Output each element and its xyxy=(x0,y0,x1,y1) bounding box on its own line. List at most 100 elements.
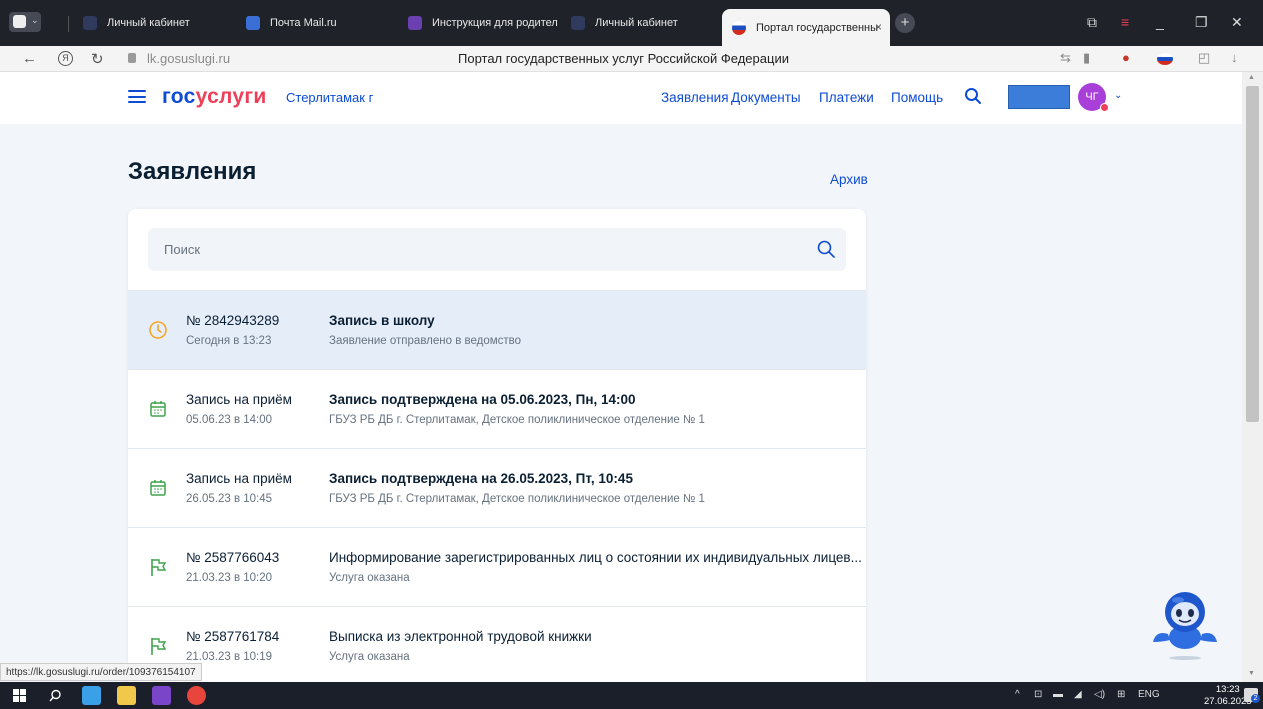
tab-label: Портал государственны xyxy=(756,21,879,34)
taskbar-app-icon[interactable] xyxy=(152,686,171,705)
nav-documents[interactable]: Документы xyxy=(731,90,801,105)
item-date: 05.06.23 в 14:00 xyxy=(186,414,273,426)
tray-app-icon[interactable]: ⊡ xyxy=(1034,689,1042,700)
taskbar-app-icon[interactable] xyxy=(82,686,101,705)
tab-label: Личный кабинет xyxy=(595,17,678,29)
tray-chevron-icon[interactable]: ^ xyxy=(1015,689,1020,700)
bookmarks-panel-icon[interactable]: ⧉ xyxy=(1087,14,1097,31)
tab-lichny-kabinet-1[interactable]: Личный кабинет xyxy=(83,9,223,37)
item-status: Заявление отправлено в ведомство xyxy=(329,335,522,347)
notification-center-icon[interactable]: 2 xyxy=(1244,688,1260,703)
tab-label: Почта Mail.ru xyxy=(270,17,337,29)
clock-icon xyxy=(149,321,167,339)
flag-extension-icon[interactable] xyxy=(1157,53,1173,65)
page-title-bar: Портал государственных услуг Российской … xyxy=(458,51,789,66)
scrollbar[interactable]: ▲ ▼ xyxy=(1242,72,1263,682)
item-id: № 2842943289 xyxy=(186,313,280,328)
item-title: Запись подтверждена на 05.06.2023, Пн, 1… xyxy=(329,392,636,407)
scroll-down-icon[interactable]: ▼ xyxy=(1248,670,1255,677)
search-icon[interactable] xyxy=(964,87,982,105)
nav-payments[interactable]: Платежи xyxy=(819,90,874,105)
nav-help[interactable]: Помощь xyxy=(891,90,943,105)
tab-label: Инструкция для родителей xyxy=(432,17,558,29)
item-subtitle: ГБУЗ РБ ДБ г. Стерлитамак, Детское полик… xyxy=(329,414,705,426)
battery-icon[interactable]: ▬ xyxy=(1053,689,1063,700)
sidebar-icon[interactable]: ◰ xyxy=(1198,50,1210,66)
nav-applications[interactable]: Заявления xyxy=(661,90,729,105)
url-field[interactable]: lk.gosuslugi.ru xyxy=(147,51,230,66)
lock-icon xyxy=(128,53,136,63)
close-window-icon[interactable]: ✕ xyxy=(1231,14,1243,31)
language-indicator[interactable]: ENG xyxy=(1138,689,1160,700)
yandex-browser-icon[interactable] xyxy=(187,686,206,705)
item-id: № 2587761784 xyxy=(186,629,280,644)
page-title: Заявления xyxy=(128,158,257,185)
calendar-icon xyxy=(150,401,166,417)
item-title: Запись в школу xyxy=(329,313,435,328)
search-icon[interactable] xyxy=(816,239,836,259)
tab-mail[interactable]: Почта Mail.ru xyxy=(246,9,396,37)
tab-label: Личный кабинет xyxy=(107,17,190,29)
chevron-down-icon[interactable]: ⌄ xyxy=(1114,90,1122,101)
scroll-up-icon[interactable]: ▲ xyxy=(1248,74,1255,81)
calendar-icon xyxy=(150,480,166,496)
page-content: госуслуги Стерлитамак г Заявления Докуме… xyxy=(0,72,1242,682)
item-date: 26.05.23 в 10:45 xyxy=(186,493,273,505)
menu-icon[interactable] xyxy=(128,90,146,103)
translate-icon[interactable]: ⇆ xyxy=(1060,50,1071,66)
file-explorer-icon[interactable] xyxy=(117,686,136,705)
search-placeholder: Поиск xyxy=(164,242,201,257)
archive-link[interactable]: Архив xyxy=(830,172,868,187)
reload-icon[interactable]: ↻ xyxy=(91,50,104,68)
browser-tab-strip: ⌄ Личный кабинет Почта Mail.ru Инструкци… xyxy=(0,0,1263,46)
volume-icon[interactable]: ◁) xyxy=(1094,689,1105,700)
tab-favicon-icon xyxy=(571,16,585,30)
list-item[interactable]: Запись на приём 05.06.23 в 14:00 Запись … xyxy=(128,369,866,448)
browser-menu-button[interactable]: ⌄ xyxy=(9,12,41,32)
restore-icon[interactable]: ❐ xyxy=(1195,14,1208,31)
tab-separator xyxy=(68,16,69,32)
windows-start-icon[interactable] xyxy=(13,689,26,702)
scrollbar-thumb[interactable] xyxy=(1246,86,1259,422)
tab-favicon-icon xyxy=(83,16,97,30)
tab-gosuslugi-active[interactable]: Портал государственны × xyxy=(722,9,890,46)
bookmark-icon[interactable]: ▮ xyxy=(1083,50,1090,66)
item-date: 21.03.23 в 10:19 xyxy=(186,651,273,663)
yandex-icon[interactable]: Я xyxy=(58,51,73,66)
minimize-icon[interactable]: _ xyxy=(1156,14,1164,30)
document-favicon-icon xyxy=(408,16,422,30)
wifi-icon[interactable]: ◢ xyxy=(1074,689,1082,700)
back-arrow-icon[interactable]: ← xyxy=(22,50,37,67)
notification-count-badge: 2 xyxy=(1251,694,1260,703)
item-type: Запись на приём xyxy=(186,471,292,486)
user-name-box[interactable] xyxy=(1008,85,1070,109)
tab-lichny-kabinet-2[interactable]: Личный кабинет xyxy=(571,9,711,37)
applications-card: Поиск № 2842943289 Сегодня в 13:23 Запис… xyxy=(128,209,866,682)
item-type: Запись на приём xyxy=(186,392,292,407)
search-input[interactable]: Поиск xyxy=(148,228,846,271)
notifications-icon[interactable]: ≡ xyxy=(1121,14,1129,30)
gosuslugi-logo[interactable]: госуслуги xyxy=(162,85,267,109)
list-item[interactable]: № 2842943289 Сегодня в 13:23 Запись в шк… xyxy=(128,290,866,369)
tab-instruction[interactable]: Инструкция для родителей xyxy=(408,9,558,37)
item-subtitle: ГБУЗ РБ ДБ г. Стерлитамак, Детское полик… xyxy=(329,493,705,505)
keyboard-icon[interactable]: ⊞ xyxy=(1117,689,1125,700)
flag-icon xyxy=(151,638,167,655)
item-title: Информирование зарегистрированных лиц о … xyxy=(329,550,862,565)
list-item[interactable]: Запись на приём 26.05.23 в 10:45 Запись … xyxy=(128,448,866,527)
downloads-icon[interactable]: ↓ xyxy=(1231,50,1238,65)
item-id: № 2587766043 xyxy=(186,550,280,565)
avatar-initials: ЧГ xyxy=(1085,91,1099,103)
list-item[interactable]: № 2587766043 21.03.23 в 10:20 Информиров… xyxy=(128,527,866,606)
robot-assistant-icon[interactable] xyxy=(1150,582,1220,662)
russia-flag-icon xyxy=(732,20,746,35)
status-url: https://lk.gosuslugi.ru/order/1093761541… xyxy=(0,663,202,681)
city-selector[interactable]: Стерлитамак г xyxy=(286,90,373,105)
extension-icon[interactable]: ● xyxy=(1122,50,1130,65)
mail-favicon-icon xyxy=(246,16,260,30)
address-bar: ← Я ↻ lk.gosuslugi.ru Портал государстве… xyxy=(0,46,1263,72)
taskbar-search-icon[interactable] xyxy=(49,689,62,702)
close-tab-icon[interactable]: × xyxy=(875,20,882,34)
new-tab-icon[interactable]: + xyxy=(895,13,915,33)
list-item[interactable]: № 2587761784 21.03.23 в 10:19 Выписка из… xyxy=(128,606,866,682)
